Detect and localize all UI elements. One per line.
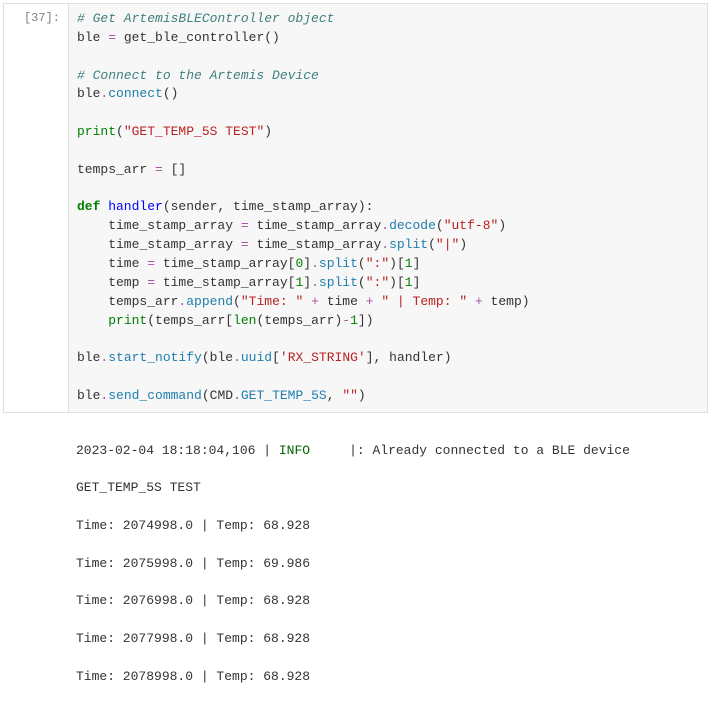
code-line: print(temps_arr[len(temps_arr)-1])	[77, 312, 699, 331]
code-line: def handler(sender, time_stamp_array):	[77, 198, 699, 217]
code-line	[77, 142, 699, 161]
code-line: temp = time_stamp_array[1].split(":")[1]	[77, 274, 699, 293]
execution-prompt: [37]:	[4, 4, 68, 412]
code-line: ble.start_notify(ble.uuid['RX_STRING'], …	[77, 349, 699, 368]
code-line: time_stamp_array = time_stamp_array.deco…	[77, 217, 699, 236]
output-line: GET_TEMP_5S TEST	[76, 479, 699, 498]
output-line: Time: 2078998.0 | Temp: 68.928	[76, 668, 699, 687]
code-line: ble.connect()	[77, 85, 699, 104]
code-line: print("GET_TEMP_5S TEST")	[77, 123, 699, 142]
code-cell: [37]: # Get ArtemisBLEController object …	[3, 3, 708, 413]
log-level: INFO	[279, 443, 310, 458]
code-line	[77, 330, 699, 349]
output-line: Time: 2077998.0 | Temp: 68.928	[76, 630, 699, 649]
code-line	[77, 48, 699, 67]
code-line: time_stamp_array = time_stamp_array.spli…	[77, 236, 699, 255]
output-line: Time: 2075998.0 | Temp: 69.986	[76, 555, 699, 574]
output-area: 2023-02-04 18:18:04,106 | INFO |: Alread…	[3, 416, 708, 713]
code-line	[77, 104, 699, 123]
code-line: temps_arr = []	[77, 161, 699, 180]
code-line: # Get ArtemisBLEController object	[77, 10, 699, 29]
code-line	[77, 368, 699, 387]
output-line: Time: 2076998.0 | Temp: 68.928	[76, 592, 699, 611]
prompt-label: [37]:	[24, 11, 60, 25]
code-line: temps_arr.append("Time: " + time + " | T…	[77, 293, 699, 312]
output-line: Time: 2074998.0 | Temp: 68.928	[76, 517, 699, 536]
code-line: time = time_stamp_array[0].split(":")[1]	[77, 255, 699, 274]
code-input[interactable]: # Get ArtemisBLEController object ble = …	[68, 4, 707, 412]
code-line: ble = get_ble_controller()	[77, 29, 699, 48]
log-line: 2023-02-04 18:18:04,106 | INFO |: Alread…	[76, 442, 699, 461]
code-line	[77, 180, 699, 199]
code-line: # Connect to the Artemis Device	[77, 67, 699, 86]
code-line: ble.send_command(CMD.GET_TEMP_5S, "")	[77, 387, 699, 406]
